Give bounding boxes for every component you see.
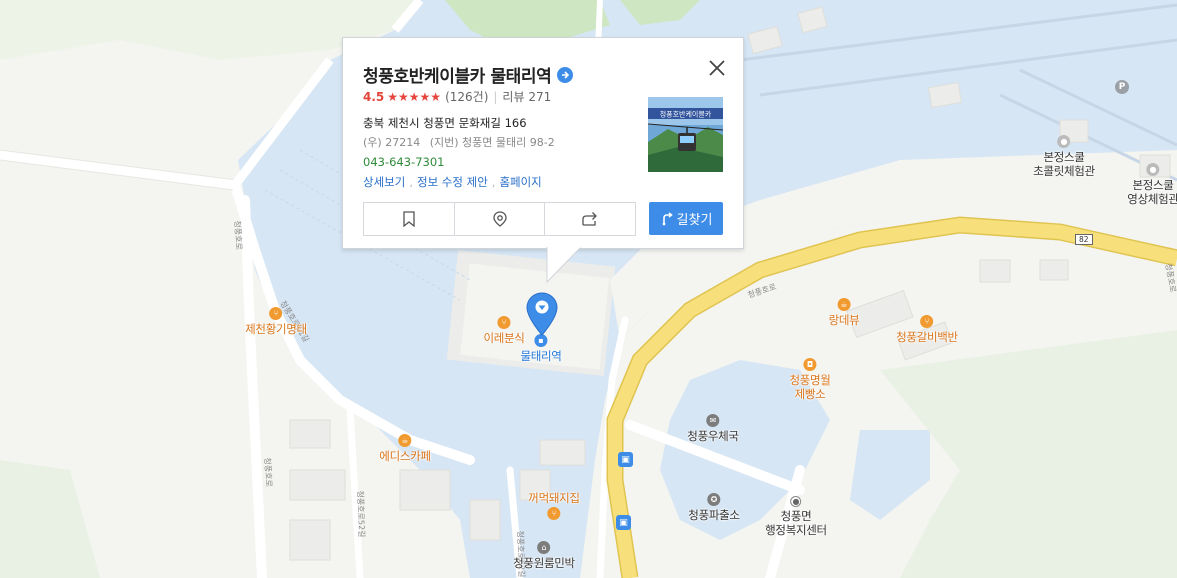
close-icon[interactable]	[707, 58, 727, 78]
poi-label: 청풍갈비백반	[896, 330, 958, 344]
save-button[interactable]	[364, 203, 455, 235]
bus-stop-icon[interactable]: ▣	[618, 452, 633, 467]
poi-label: 에디스카페	[379, 449, 431, 463]
poi-label: 청풍원룸민박	[513, 556, 575, 570]
poi-edis-cafe[interactable]: ☕ 에디스카페	[379, 434, 431, 463]
poi-label: 본정스쿨 초콜릿체험관	[1033, 150, 1095, 178]
lodging-icon: ⌂	[537, 541, 551, 554]
poi-label: 청풍우체국	[687, 429, 739, 443]
poi-label: 청풍면 행정복지센터	[765, 509, 827, 537]
phone-number[interactable]: 043-643-7301	[363, 155, 444, 169]
rating-count[interactable]: (126건)	[445, 88, 488, 105]
poi-label: 물태리역	[520, 349, 562, 363]
place-thumbnail[interactable]: 청풍호반케이블카	[648, 97, 723, 172]
poi-rendezvous[interactable]: ☕ 랑데뷰	[829, 298, 860, 327]
poi-irae-bunsik[interactable]: ⑂ 이레분식	[483, 316, 525, 345]
share-icon	[582, 212, 598, 226]
directions-button[interactable]: 길찾기	[649, 202, 723, 235]
poi-label: 제천황기명태	[245, 322, 307, 336]
rating-score: 4.5	[363, 89, 385, 104]
parking-icon[interactable]: P	[1115, 80, 1129, 94]
location-button[interactable]	[455, 203, 546, 235]
bus-stop-icon[interactable]: ▣	[616, 515, 631, 530]
poi-cheongpung-galbi[interactable]: ⑂ 청풍갈비백반	[896, 315, 958, 344]
place-info-popup: 청풍호반케이블카 물태리역 4.5 ★★★★★ (126건) | 리뷰 271 …	[342, 37, 744, 284]
thumbnail-text: 청풍호반케이블카	[660, 110, 712, 119]
divider: ,	[409, 175, 413, 189]
cafe-icon: ☕	[837, 298, 851, 311]
poi-label: 청풍파출소	[688, 508, 740, 522]
bakery-icon: ◘	[803, 358, 817, 371]
road-label: 청풍호로52길	[355, 490, 367, 538]
action-bar	[363, 202, 636, 236]
poi-label: 본정스쿨 영상체험관	[1127, 178, 1177, 206]
restaurant-icon: ⑂	[269, 307, 283, 320]
rating-row: 4.5 ★★★★★ (126건) | 리뷰 271	[363, 88, 551, 105]
restaurant-icon: ⑂	[920, 315, 934, 328]
cable-car-photo: 청풍호반케이블카	[648, 97, 723, 172]
popup-links: 상세보기, 정보 수정 제안, 홈페이지	[363, 174, 542, 190]
cafe-icon: ☕	[398, 434, 412, 447]
attraction-icon: ●	[1057, 135, 1071, 148]
share-button[interactable]	[545, 203, 635, 235]
poi-bonjeong-chocolate[interactable]: ● 본정스쿨 초콜릿체험관	[1033, 135, 1095, 178]
jibun-address: (지번) 청풍면 물태리 98-2	[429, 136, 555, 149]
restaurant-icon: ⑂	[497, 316, 511, 329]
postal-code: (우) 27214	[363, 136, 421, 149]
divider: ,	[491, 175, 496, 189]
poi-multaeri-station[interactable]: ▪ 물태리역	[520, 334, 562, 363]
place-title[interactable]: 청풍호반케이블카 물태리역	[363, 62, 574, 87]
place-title-text[interactable]: 청풍호반케이블카 물태리역	[363, 62, 552, 87]
detail-link[interactable]: 상세보기	[363, 175, 405, 189]
star-rating-icon: ★★★★★	[387, 89, 442, 104]
divider: |	[493, 89, 498, 104]
route-shield: 82	[1075, 234, 1093, 245]
suggest-edit-link[interactable]: 정보 수정 제안	[417, 175, 488, 189]
homepage-link[interactable]: 홈페이지	[499, 175, 541, 189]
road-label: 청풍호로	[232, 220, 244, 251]
government-icon: ●	[790, 496, 802, 507]
restaurant-icon: ⑂	[547, 507, 561, 520]
poi-jecheon-hwanggi[interactable]: ⑂ 제천황기명태	[245, 307, 307, 336]
poi-label: 꺼먹돼지집	[528, 491, 580, 505]
poi-cheongpung-oneroom[interactable]: ⌂ 청풍원룸민박	[513, 541, 575, 570]
poi-police-box[interactable]: ✪ 청풍파출소	[688, 493, 740, 522]
attraction-icon: ●	[1146, 163, 1160, 176]
jibun-address-row: (우) 27214 (지번) 청풍면 물태리 98-2	[363, 134, 555, 150]
poi-label: 이레분식	[483, 331, 525, 345]
selected-location-marker-icon[interactable]	[526, 292, 558, 336]
directions-icon	[662, 211, 673, 225]
poi-label: 랑데뷰	[828, 313, 860, 327]
police-icon: ✪	[707, 493, 721, 506]
post-office-icon: ✉	[706, 414, 720, 427]
road-address: 충북 제천시 청풍면 문화재길 166	[363, 116, 527, 130]
poi-bonjeong-video[interactable]: ● 본정스쿨 영상체험관	[1127, 163, 1177, 206]
location-pin-icon	[492, 211, 507, 227]
arrow-right-icon[interactable]	[557, 66, 574, 83]
review-count[interactable]: 리뷰 271	[502, 88, 551, 105]
poi-admin-center[interactable]: ● 청풍면 행정복지센터	[765, 496, 827, 537]
poi-kkeomeok-dwaeji[interactable]: ⑂ 꺼먹돼지집	[528, 491, 580, 520]
popup-tail	[546, 246, 582, 284]
poi-label: 청풍명월 제빵소	[789, 373, 831, 401]
road-label: 청풍호로	[262, 457, 274, 488]
bookmark-icon	[403, 211, 415, 227]
poi-post-office[interactable]: ✉ 청풍우체국	[687, 414, 739, 443]
directions-label: 길찾기	[676, 213, 713, 228]
poi-cheongpung-bakery[interactable]: ◘ 청풍명월 제빵소	[789, 358, 831, 401]
